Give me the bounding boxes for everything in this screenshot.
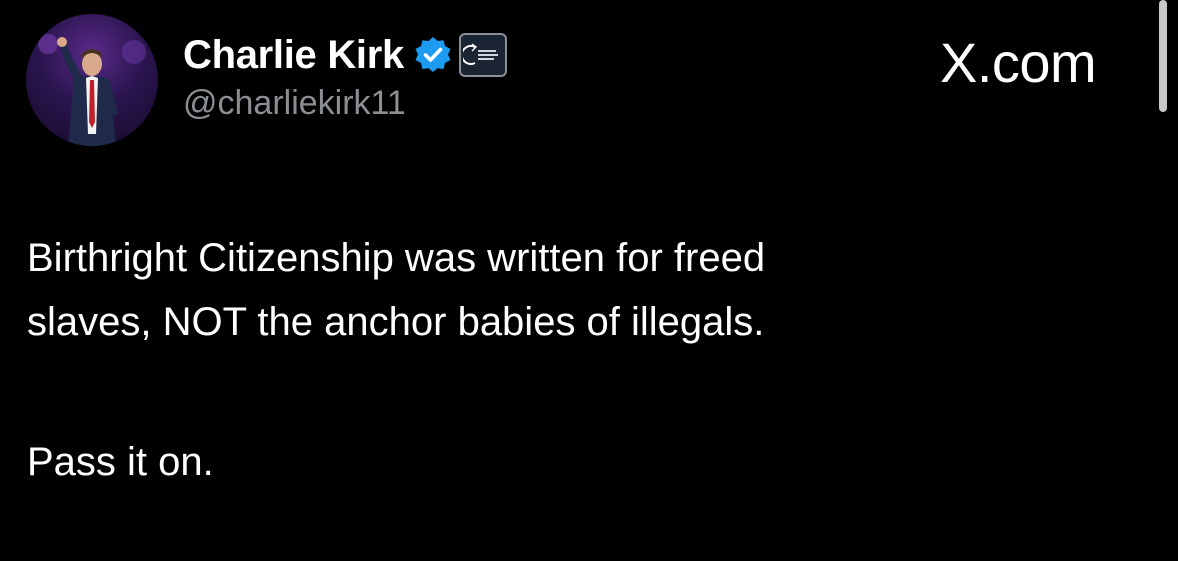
tweet-closing-line: Pass it on. — [27, 440, 214, 484]
author-handle[interactable]: @charliekirk11 — [183, 84, 406, 123]
affiliate-badge-icon[interactable] — [458, 33, 507, 77]
scrollbar[interactable] — [1159, 0, 1167, 112]
display-name[interactable]: Charlie Kirk — [183, 33, 404, 78]
tweet-text: Birthright Citizenship was written for f… — [27, 226, 1137, 494]
tweet-card: Charlie Kirk @charliekirk11 X.com Birthr… — [0, 0, 1178, 561]
x-com-label: X.com — [940, 31, 1097, 94]
avatar[interactable] — [26, 14, 158, 146]
tweet-text-line: Birthright Citizenship was written for f… — [27, 236, 766, 280]
author-name-row: Charlie Kirk — [183, 30, 507, 80]
verified-badge-icon[interactable] — [413, 35, 453, 75]
tweet-text-line: slaves, NOT the anchor babies of illegal… — [27, 300, 765, 344]
avatar-photo — [38, 34, 146, 146]
